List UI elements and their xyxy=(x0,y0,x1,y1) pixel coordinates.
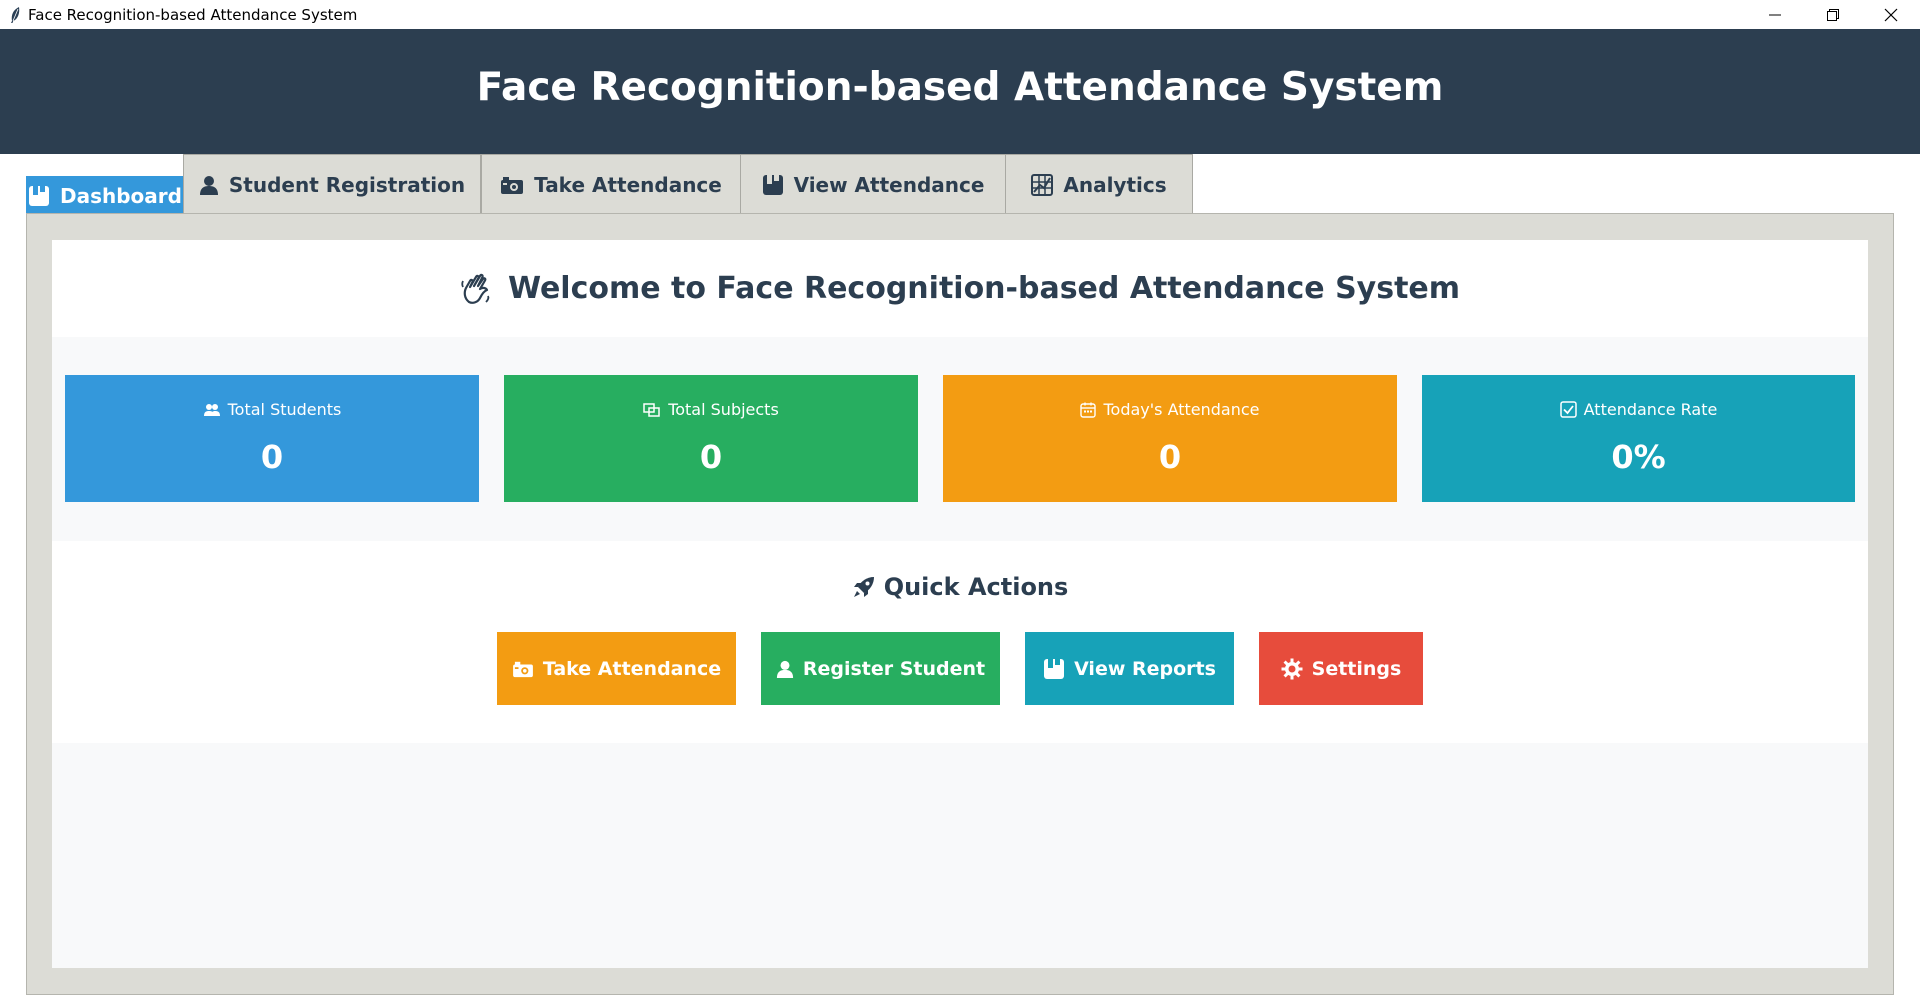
books-icon xyxy=(643,402,660,417)
tab-take-attendance[interactable]: Take Attendance xyxy=(481,154,741,214)
quick-actions-heading: Quick Actions xyxy=(52,573,1868,601)
stat-value: 0 xyxy=(1158,438,1182,476)
window-title-bar: Face Recognition-based Attendance System xyxy=(0,0,1920,29)
stat-label: Today's Attendance xyxy=(1103,400,1260,419)
tab-label: Student Registration xyxy=(228,172,466,197)
datetime-label: 📅 October 31, 2025 🕐 10:43:42 xyxy=(759,115,1161,140)
take-attendance-button[interactable]: Take Attendance xyxy=(497,632,736,705)
restore-button[interactable] xyxy=(1804,0,1862,29)
stat-label: Total Subjects xyxy=(668,400,779,419)
dashboard-panel: Welcome to Face Recognition-based Attend… xyxy=(52,240,1868,968)
restore-icon xyxy=(1827,8,1839,21)
user-icon xyxy=(199,175,218,195)
stat-value: 0 xyxy=(260,438,284,476)
stat-value: 0% xyxy=(1611,438,1666,476)
stat-value: 0 xyxy=(699,438,723,476)
tab-label: Analytics xyxy=(1063,172,1167,197)
people-icon xyxy=(203,403,220,416)
tab-dashboard[interactable]: Dashboard xyxy=(26,176,184,214)
register-student-button[interactable]: Register Student xyxy=(761,632,1000,705)
tab-label: View Attendance xyxy=(793,172,985,197)
stat-card-total-subjects: Total Subjects 0 xyxy=(504,375,918,502)
stats-row: Total Students 0 Total Subjects 0 Today'… xyxy=(52,337,1868,541)
button-label: Register Student xyxy=(802,657,986,680)
stat-label: Total Students xyxy=(227,400,342,419)
stat-label: Attendance Rate xyxy=(1583,400,1718,419)
report-icon xyxy=(762,174,783,195)
quick-actions-panel: Quick Actions Take Attendance Register S… xyxy=(52,541,1868,743)
tab-label: Dashboard xyxy=(60,183,182,208)
tab-label: Take Attendance xyxy=(534,172,722,197)
button-label: Take Attendance xyxy=(542,657,722,680)
view-reports-button[interactable]: View Reports xyxy=(1025,632,1234,705)
report-icon xyxy=(1044,658,1065,679)
checkbox-icon xyxy=(1559,401,1577,418)
feather-icon xyxy=(4,0,26,29)
rocket-icon xyxy=(853,577,874,597)
window-title: Face Recognition-based Attendance System xyxy=(28,5,358,24)
stat-card-attendance-rate: Attendance Rate 0% xyxy=(1422,375,1855,502)
calendar-icon xyxy=(1080,402,1097,418)
tab-student-registration[interactable]: Student Registration xyxy=(183,154,481,214)
dashboard-icon xyxy=(29,185,49,206)
waving-hand-icon xyxy=(461,273,490,304)
stat-card-total-students: Total Students 0 xyxy=(65,375,479,502)
user-icon xyxy=(776,660,793,678)
minimize-icon xyxy=(1769,14,1781,15)
quick-actions-title: Quick Actions xyxy=(883,573,1069,601)
camera-icon xyxy=(512,661,533,677)
button-label: Settings xyxy=(1311,657,1402,680)
tab-analytics[interactable]: Analytics xyxy=(1005,154,1193,214)
settings-button[interactable]: Settings xyxy=(1259,632,1423,705)
tab-view-attendance[interactable]: View Attendance xyxy=(740,154,1006,214)
app-header: Face Recognition-based Attendance System… xyxy=(0,29,1920,154)
app-title: Face Recognition-based Attendance System xyxy=(476,65,1444,110)
close-icon xyxy=(1884,8,1898,21)
gear-icon xyxy=(1281,658,1303,679)
welcome-banner: Welcome to Face Recognition-based Attend… xyxy=(52,240,1868,337)
button-label: View Reports xyxy=(1074,657,1216,680)
minimize-button[interactable] xyxy=(1746,0,1804,29)
camera-icon xyxy=(501,176,524,194)
close-button[interactable] xyxy=(1862,0,1920,29)
chart-icon xyxy=(1031,173,1054,196)
welcome-title: Welcome to Face Recognition-based Attend… xyxy=(507,271,1461,306)
stat-card-todays-attendance: Today's Attendance 0 xyxy=(943,375,1397,502)
